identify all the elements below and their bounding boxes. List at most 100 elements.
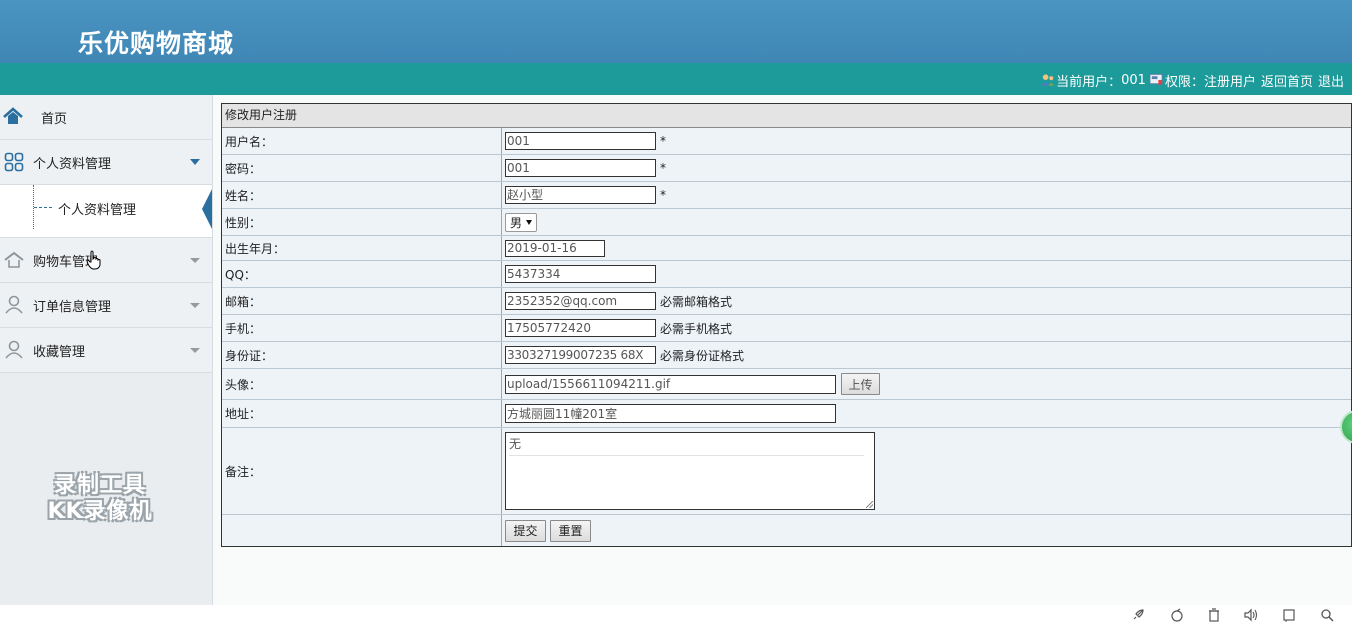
field-label: 姓名： — [222, 182, 502, 208]
address-input[interactable]: 方城丽圆11幢201室 — [505, 404, 836, 423]
required-mark: * — [660, 188, 666, 202]
search-icon[interactable] — [1320, 608, 1334, 622]
sidebar-item-label: 收藏管理 — [33, 344, 86, 360]
site-title: 乐优购物商城 — [78, 29, 235, 58]
header-banner: 乐优购物商城 — [0, 0, 1352, 63]
email-hint: 必需邮箱格式 — [660, 294, 733, 309]
field-label: 出生年月： — [222, 236, 502, 260]
chevron-down-icon — [190, 257, 200, 263]
form-row-gender: 性别： 男 — [222, 209, 1351, 236]
remark-textarea[interactable]: 无 — [505, 432, 875, 510]
window-icon[interactable] — [1282, 608, 1296, 622]
sidebar-item-profile[interactable]: 个人资料管理 — [0, 140, 212, 185]
bottom-toolbar — [0, 605, 1352, 622]
email-input[interactable]: 2352352@qq.com — [505, 292, 656, 310]
form-row-phone: 手机： 17505772420 必需手机格式 — [222, 315, 1351, 342]
field-label: QQ： — [222, 261, 502, 287]
logout-link[interactable]: 退出 — [1318, 71, 1344, 90]
resize-handle-icon[interactable] — [866, 501, 873, 508]
form-row-avatar: 头像： upload/1556611094211.gif 上传 — [222, 369, 1351, 400]
refresh-icon[interactable] — [1170, 608, 1184, 622]
active-indicator-icon — [202, 189, 212, 229]
recording-watermark: 录制工具 KK录像机 — [30, 473, 170, 525]
chevron-down-icon — [190, 347, 200, 353]
user-status-bar: 当前用户： 001 权限： 注册用户 返回首页 退出 — [0, 63, 1352, 95]
current-user-value: 001 — [1121, 72, 1146, 88]
permission-icon — [1149, 73, 1163, 85]
field-label: 用户名： — [222, 128, 502, 154]
volume-icon[interactable] — [1244, 608, 1258, 622]
field-label: 备注： — [222, 428, 502, 514]
user-icon — [1041, 74, 1055, 86]
name-input[interactable]: 赵小型 — [505, 186, 656, 204]
field-label: 邮箱： — [222, 288, 502, 314]
form-row-birthdate: 出生年月： 2019-01-16 — [222, 236, 1351, 261]
avatar-path-input[interactable]: upload/1556611094211.gif — [505, 374, 836, 394]
qq-input[interactable]: 5437334 — [505, 265, 656, 283]
user-outline-icon — [5, 295, 23, 314]
form-row-email: 邮箱： 2352352@qq.com 必需邮箱格式 — [222, 288, 1351, 315]
field-label: 地址： — [222, 400, 502, 427]
form-row-qq: QQ： 5437334 — [222, 261, 1351, 288]
textarea-rule — [509, 455, 864, 456]
chevron-down-icon — [190, 302, 200, 308]
tree-dash — [34, 207, 52, 209]
sidebar-subitem-profile[interactable]: 个人资料管理 — [0, 185, 212, 238]
field-label: 密码： — [222, 155, 502, 181]
hand-cursor-icon — [86, 250, 101, 270]
phone-hint: 必需手机格式 — [660, 321, 733, 336]
home-icon — [3, 107, 23, 124]
username-input[interactable]: 001 — [505, 132, 656, 150]
form-title: 修改用户注册 — [222, 104, 1351, 128]
dropdown-arrow-icon — [526, 219, 533, 225]
remark-value: 无 — [509, 437, 522, 451]
sidebar-item-favorites[interactable]: 收藏管理 — [0, 328, 212, 373]
birthdate-input[interactable]: 2019-01-16 — [505, 239, 605, 257]
sidebar-item-label: 个人资料管理 — [33, 156, 112, 172]
sidebar-item-orders[interactable]: 订单信息管理 — [0, 283, 212, 328]
required-mark: * — [660, 161, 666, 175]
role-label: 权限： — [1164, 74, 1204, 90]
submit-button[interactable]: 提交 — [505, 519, 546, 542]
form-row-username: 用户名： 001 * — [222, 128, 1351, 155]
field-label: 身份证： — [222, 342, 502, 368]
sidebar-item-cart[interactable]: 购物车管理 — [0, 238, 212, 283]
profile-form: 修改用户注册 用户名： 001 * 密码： 001 * 姓名： 赵小型 * 性别… — [221, 103, 1352, 547]
phone-input[interactable]: 17505772420 — [505, 319, 656, 337]
user-outline-icon — [5, 340, 23, 359]
rocket-icon[interactable] — [1131, 608, 1145, 622]
idcard-input[interactable]: 330327199007235 68X — [505, 346, 656, 364]
form-row-password: 密码： 001 * — [222, 155, 1351, 182]
return-home-link[interactable]: 返回首页 — [1261, 71, 1313, 90]
watermark-line: KK录像机 — [47, 499, 153, 524]
main-content: 修改用户注册 用户名： 001 * 密码： 001 * 姓名： 赵小型 * 性别… — [213, 95, 1352, 605]
empty-label-cell — [222, 515, 502, 546]
sidebar-item-home[interactable]: 首页 — [0, 95, 212, 140]
gender-select[interactable]: 男 — [505, 212, 538, 232]
required-mark: * — [660, 134, 666, 148]
form-row-remark: 备注： 无 — [222, 428, 1351, 515]
field-label: 手机： — [222, 315, 502, 341]
sidebar: 首页 个人资料管理 个人资料管理 购物车管理 订单信息管理 收藏管理 录制工具 … — [0, 95, 213, 605]
watermark-line: 录制工具 — [53, 473, 146, 498]
form-row-actions: 提交 重置 — [222, 515, 1351, 546]
role-value: 注册用户 — [1203, 74, 1256, 90]
sidebar-subitem-label: 个人资料管理 — [58, 203, 137, 218]
grid-icon — [4, 152, 24, 172]
sidebar-item-label: 订单信息管理 — [33, 299, 112, 315]
home-outline-icon — [4, 251, 24, 268]
form-row-idcard: 身份证： 330327199007235 68X 必需身份证格式 — [222, 342, 1351, 369]
password-input[interactable]: 001 — [505, 159, 656, 177]
field-label: 头像： — [222, 369, 502, 399]
idcard-hint: 必需身份证格式 — [660, 348, 745, 363]
field-label: 性别： — [222, 209, 502, 235]
current-user-label: 当前用户： — [1056, 74, 1122, 90]
form-row-address: 地址： 方城丽圆11幢201室 — [222, 400, 1351, 428]
chevron-down-icon — [190, 159, 200, 165]
reset-button[interactable]: 重置 — [550, 519, 591, 542]
upload-button[interactable]: 上传 — [841, 373, 880, 395]
gender-selected-value: 男 — [510, 215, 523, 230]
sidebar-item-label: 首页 — [41, 111, 68, 127]
trash-icon[interactable] — [1207, 608, 1221, 622]
form-row-name: 姓名： 赵小型 * — [222, 182, 1351, 209]
